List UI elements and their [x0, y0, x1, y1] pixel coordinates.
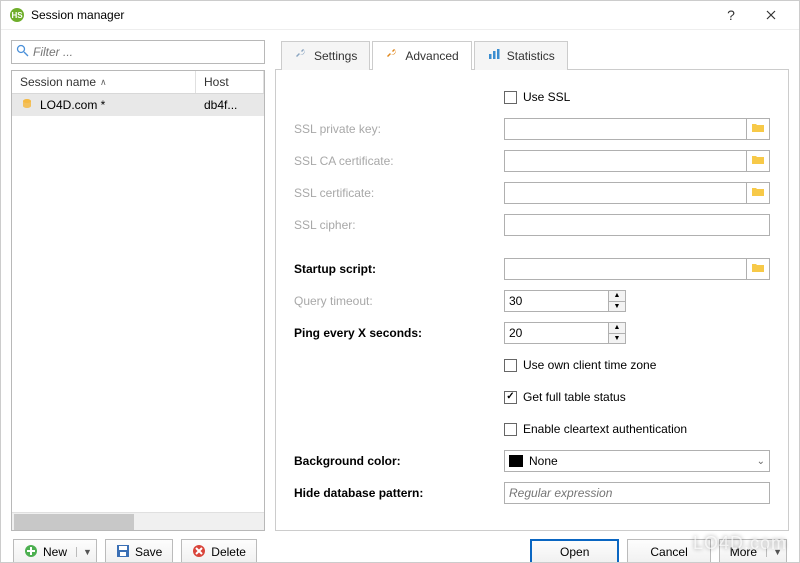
use-own-tz-checkbox[interactable]: [504, 359, 517, 372]
cell-host: db4f...: [196, 96, 264, 114]
session-grid: Session name ∧ Host LO4D.com * db4f...: [11, 70, 265, 531]
filter-box[interactable]: [11, 40, 265, 64]
titlebar: HS Session manager ?: [1, 1, 799, 30]
ssl-cert-browse[interactable]: [746, 182, 770, 204]
startup-script-input[interactable]: [504, 258, 746, 280]
bg-color-label: Background color:: [294, 454, 504, 468]
tab-bar: Settings Advanced Statistics: [275, 40, 789, 69]
save-icon: [116, 544, 130, 561]
ssl-cipher-input[interactable]: [504, 214, 770, 236]
spin-down[interactable]: ▼: [609, 334, 625, 344]
new-button[interactable]: New ▼: [13, 539, 97, 563]
app-icon: HS: [9, 7, 25, 23]
hide-db-pattern-input[interactable]: [504, 482, 770, 504]
ssl-private-key-label: SSL private key:: [294, 122, 504, 136]
tab-settings[interactable]: Settings: [281, 41, 370, 70]
folder-icon: [751, 122, 765, 137]
tab-statistics[interactable]: Statistics: [474, 41, 568, 70]
horizontal-scrollbar[interactable]: [12, 512, 264, 530]
delete-icon: [192, 544, 206, 561]
ssl-ca-cert-label: SSL CA certificate:: [294, 154, 504, 168]
use-ssl-label: Use SSL: [523, 90, 570, 104]
window-title: Session manager: [31, 8, 711, 22]
cell-session-name: LO4D.com *: [12, 95, 196, 116]
plus-icon: [24, 544, 38, 561]
more-button[interactable]: More ▼: [719, 539, 787, 563]
open-button[interactable]: Open: [530, 539, 619, 563]
session-manager-window: HS Session manager ? Session name ∧: [0, 0, 800, 563]
tab-advanced[interactable]: Advanced: [372, 41, 471, 70]
body: Session name ∧ Host LO4D.com * db4f...: [1, 30, 799, 531]
col-host[interactable]: Host: [196, 71, 264, 93]
filter-input[interactable]: [33, 45, 260, 59]
ping-every-input[interactable]: [504, 322, 608, 344]
query-timeout-label: Query timeout:: [294, 294, 504, 308]
sort-asc-icon: ∧: [100, 77, 107, 88]
ssl-ca-cert-input[interactable]: [504, 150, 746, 172]
grid-header: Session name ∧ Host: [12, 71, 264, 94]
ssl-ca-cert-browse[interactable]: [746, 150, 770, 172]
close-button[interactable]: [751, 1, 791, 29]
help-button[interactable]: ?: [711, 1, 751, 29]
startup-script-label: Startup script:: [294, 262, 504, 276]
left-panel: Session name ∧ Host LO4D.com * db4f...: [11, 40, 265, 531]
col-session-name[interactable]: Session name ∧: [12, 71, 196, 93]
right-panel: Settings Advanced Statistics Use SSL: [275, 40, 789, 531]
svg-text:HS: HS: [11, 11, 23, 20]
ssl-private-key-browse[interactable]: [746, 118, 770, 140]
spin-down[interactable]: ▼: [609, 302, 625, 312]
folder-icon: [751, 186, 765, 201]
full-table-status-label: Get full table status: [523, 390, 626, 404]
wrench-icon: [385, 47, 399, 64]
use-own-tz-label: Use own client time zone: [523, 358, 656, 372]
cancel-button[interactable]: Cancel: [627, 539, 710, 563]
bar-chart-icon: [487, 47, 501, 64]
wrench-icon: [294, 47, 308, 64]
database-icon: [20, 97, 34, 114]
bg-color-combo[interactable]: None ⌄: [504, 450, 770, 472]
dropdown-arrow-icon[interactable]: ▼: [766, 547, 782, 557]
spin-up[interactable]: ▲: [609, 291, 625, 302]
color-swatch: [509, 455, 523, 467]
advanced-pane: Use SSL SSL private key: SSL CA certific…: [275, 69, 789, 531]
hide-db-pattern-label: Hide database pattern:: [294, 486, 504, 500]
ssl-cipher-label: SSL cipher:: [294, 218, 504, 232]
full-table-status-checkbox[interactable]: [504, 391, 517, 404]
startup-script-browse[interactable]: [746, 258, 770, 280]
ssl-cert-input[interactable]: [504, 182, 746, 204]
search-icon: [16, 44, 29, 60]
folder-icon: [751, 154, 765, 169]
cleartext-auth-label: Enable cleartext authentication: [523, 422, 687, 436]
cleartext-auth-checkbox[interactable]: [504, 423, 517, 436]
ssl-cert-label: SSL certificate:: [294, 186, 504, 200]
use-ssl-checkbox[interactable]: [504, 91, 517, 104]
save-button[interactable]: Save: [105, 539, 173, 563]
ssl-private-key-input[interactable]: [504, 118, 746, 140]
scrollbar-thumb[interactable]: [14, 514, 134, 530]
chevron-down-icon: ⌄: [757, 456, 765, 467]
delete-button[interactable]: Delete: [181, 539, 257, 563]
table-row[interactable]: LO4D.com * db4f...: [12, 94, 264, 116]
folder-icon: [751, 262, 765, 277]
ping-every-label: Ping every X seconds:: [294, 326, 504, 340]
bottom-toolbar: New ▼ Save Delete Open Cancel More ▼: [1, 531, 799, 563]
query-timeout-input[interactable]: [504, 290, 608, 312]
dropdown-arrow-icon[interactable]: ▼: [76, 547, 92, 557]
spin-up[interactable]: ▲: [609, 323, 625, 334]
